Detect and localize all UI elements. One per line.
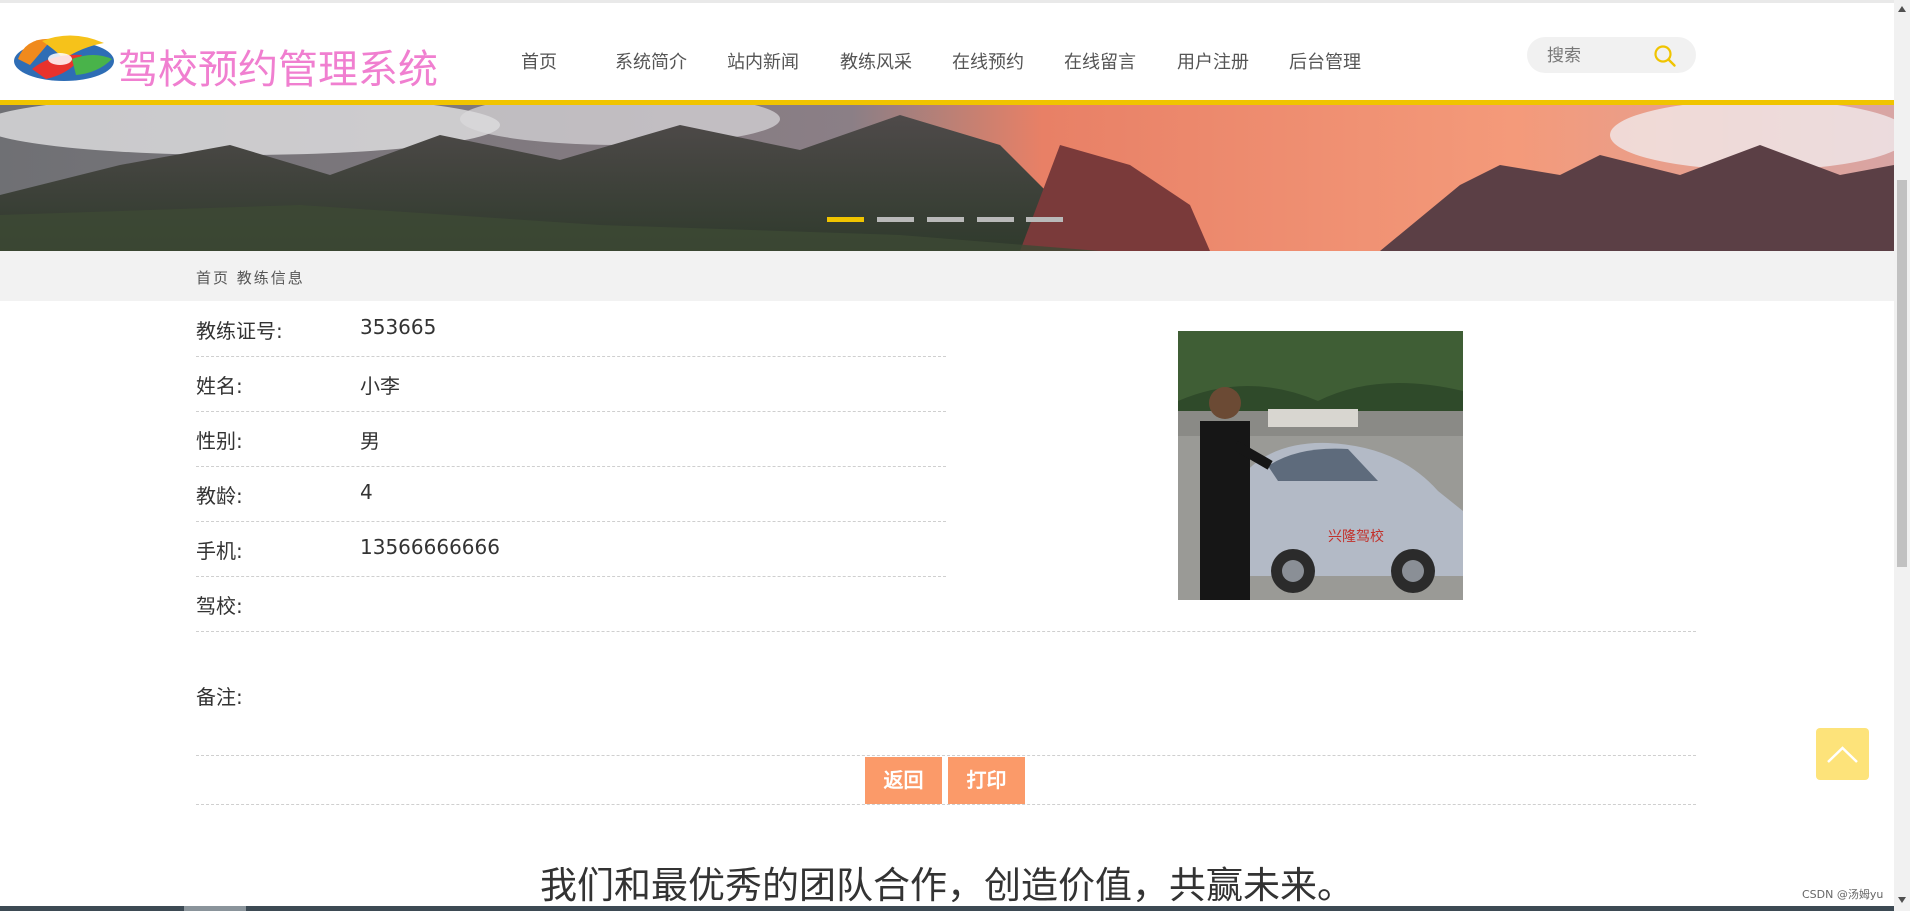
back-to-top-button[interactable]	[1816, 728, 1869, 780]
breadcrumb-bar: 首页 教练信息	[0, 251, 1894, 301]
carousel-dot-5[interactable]	[1026, 217, 1063, 222]
nav-item-user-register[interactable]: 用户注册	[1177, 48, 1249, 74]
field-label: 姓名:	[196, 374, 243, 398]
nav-item-online-message[interactable]: 在线留言	[1064, 48, 1136, 74]
site-logo	[14, 35, 114, 81]
carousel-dot-2[interactable]	[877, 217, 914, 222]
field-value: 男	[360, 429, 380, 453]
field-row-teaching-years: 教龄: 4	[196, 466, 946, 522]
field-row-phone: 手机: 13566666666	[196, 521, 946, 577]
field-label: 手机:	[196, 539, 243, 563]
scroll-down-arrow-icon[interactable]	[1898, 897, 1906, 903]
site-header: 驾校预约管理系统 首页 系统简介 站内新闻 教练风采 在线预约 在线留言 用户注…	[0, 3, 1894, 105]
field-value: 13566666666	[360, 535, 500, 559]
field-label: 教龄:	[196, 484, 243, 508]
field-row-gender: 性别: 男	[196, 411, 946, 467]
site-title: 驾校预约管理系统	[118, 47, 438, 93]
field-value: 353665	[360, 315, 437, 339]
vertical-scrollbar[interactable]	[1894, 0, 1910, 911]
field-label: 教练证号:	[196, 319, 283, 343]
carousel-dot-4[interactable]	[977, 217, 1014, 222]
search-icon[interactable]	[1653, 44, 1677, 68]
coach-photo: 兴隆驾校	[1178, 331, 1463, 600]
carousel-dot-1[interactable]	[827, 217, 864, 222]
divider	[196, 804, 1696, 805]
carousel-dot-3[interactable]	[927, 217, 964, 222]
breadcrumb-current: 教练信息	[236, 269, 305, 287]
search-input[interactable]	[1545, 43, 1659, 69]
banner-image	[0, 105, 1894, 251]
nav-item-site-news[interactable]: 站内新闻	[727, 48, 799, 74]
field-row-remark: 备注:	[196, 667, 1696, 755]
breadcrumb: 首页 教练信息	[196, 267, 305, 288]
field-label: 性别:	[196, 429, 243, 453]
car-door-text: 兴隆驾校	[1328, 528, 1384, 545]
footer-slogan: 我们和最优秀的团队合作，创造价值，共赢未来。	[540, 864, 1354, 907]
field-value: 4	[360, 480, 373, 504]
field-label: 驾校:	[196, 594, 243, 618]
field-label: 备注:	[196, 685, 243, 709]
nav-item-home[interactable]: 首页	[521, 48, 557, 74]
chevron-up-icon	[1827, 746, 1858, 763]
field-row-name: 姓名: 小李	[196, 356, 946, 412]
watermark: CSDN @汤姆yu	[1802, 888, 1884, 901]
bottom-strip	[0, 906, 1894, 911]
breadcrumb-home[interactable]: 首页	[196, 269, 230, 287]
search-box	[1527, 37, 1696, 73]
banner-carousel	[0, 105, 1894, 251]
scroll-up-arrow-icon[interactable]	[1898, 6, 1906, 12]
divider	[196, 755, 1696, 756]
bottom-strip-highlight	[184, 906, 246, 911]
field-row-coach-id: 教练证号: 353665	[196, 301, 946, 357]
nav-item-admin[interactable]: 后台管理	[1289, 48, 1361, 74]
print-button[interactable]: 打印	[948, 757, 1025, 804]
back-button[interactable]: 返回	[865, 757, 942, 804]
field-row-driving-school: 驾校:	[196, 576, 1696, 632]
nav-item-coach-showcase[interactable]: 教练风采	[840, 48, 912, 74]
nav-item-system-intro[interactable]: 系统简介	[615, 48, 687, 74]
nav-item-online-booking[interactable]: 在线预约	[952, 48, 1024, 74]
field-value: 小李	[360, 374, 400, 398]
scrollbar-thumb[interactable]	[1897, 180, 1907, 567]
